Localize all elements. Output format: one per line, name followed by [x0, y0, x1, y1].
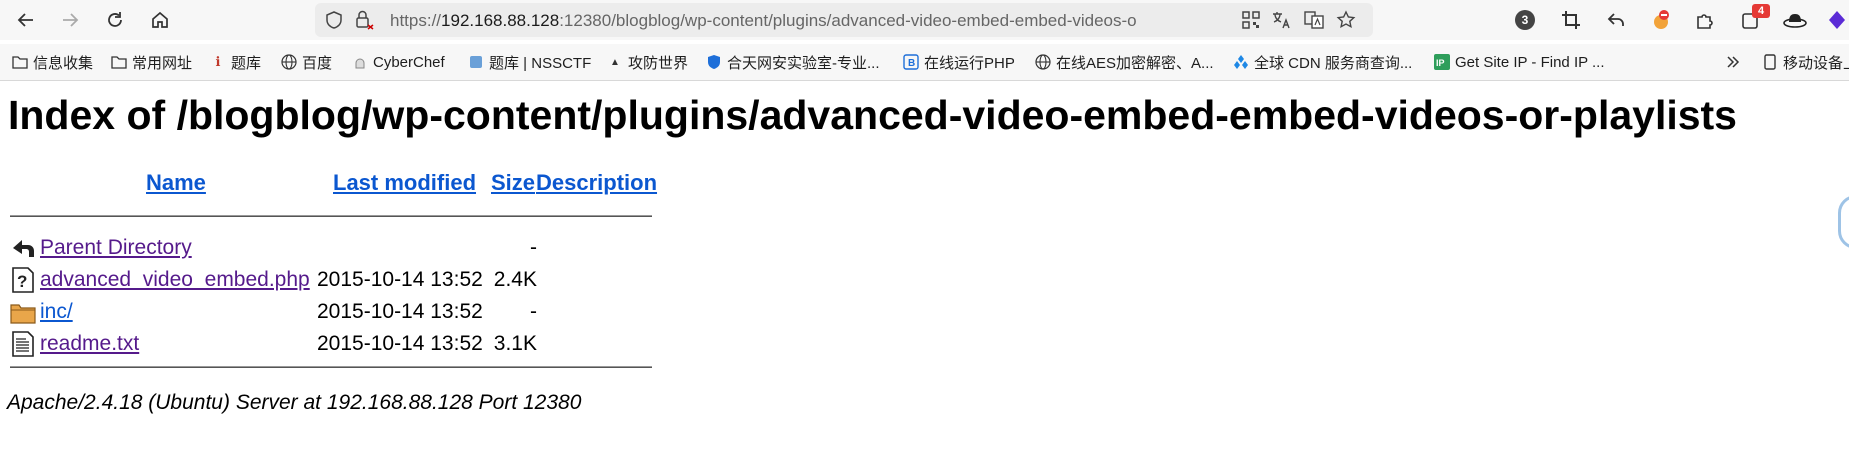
site-icon: ℹ — [215, 54, 221, 69]
file-link[interactable]: advanced_video_embed.php — [40, 268, 310, 292]
column-header-name[interactable]: Name — [146, 170, 206, 196]
bookmark-label: 在线AES加密解密、A... — [1056, 54, 1214, 72]
bookmark-star-icon[interactable] — [1335, 10, 1357, 30]
row-date: 2015-10-14 13:52 — [317, 268, 483, 291]
row-date: 2015-10-14 13:52 — [317, 332, 483, 355]
site-icon: ▲ — [610, 56, 620, 68]
bookmark-item[interactable]: ℹ 题库 — [210, 52, 262, 72]
floating-side-widget[interactable] — [1838, 195, 1849, 249]
bookmark-item[interactable]: 题库 | NSSCTF — [468, 52, 591, 72]
reload-icon[interactable] — [103, 8, 127, 32]
bookmark-item[interactable]: 百度 — [281, 52, 332, 72]
insecure-lock-icon[interactable] — [353, 10, 375, 30]
back-arrow-icon[interactable] — [14, 8, 38, 32]
bookmark-label: 合天网安实验室-专业... — [727, 54, 880, 72]
server-signature: Apache/2.4.18 (Ubuntu) Server at 192.168… — [7, 391, 582, 414]
bookmarks-overflow-chevron-icon[interactable] — [1725, 52, 1741, 72]
folder-icon — [12, 54, 28, 70]
bookmark-label: Get Site IP - Find IP ... — [1455, 53, 1605, 71]
bookmark-item[interactable]: CyberChef — [352, 52, 445, 72]
table-row: ? advanced_video_embed.php 2015-10-14 13… — [8, 265, 668, 295]
bookmark-item[interactable]: B 在线运行PHP — [903, 52, 1015, 72]
notification-extension-icon[interactable]: 4 — [1738, 4, 1770, 32]
globe-icon — [281, 54, 297, 70]
mobile-bookmarks-label: 移动设备上 — [1783, 54, 1849, 72]
url-prefix: https:// — [390, 11, 442, 30]
back-icon — [13, 240, 34, 257]
header-divider — [10, 215, 652, 217]
shield-icon — [706, 54, 722, 70]
home-icon[interactable] — [148, 8, 172, 32]
extension-badge-icon[interactable]: 3 — [1512, 8, 1538, 32]
folder-link[interactable]: inc/ — [40, 300, 73, 324]
translate-icon[interactable] — [1271, 10, 1293, 30]
column-header-size[interactable]: Size — [491, 170, 535, 196]
bookmark-label: 在线运行PHP — [924, 54, 1015, 72]
bookmark-item[interactable]: ▲ 攻防世界 — [607, 52, 688, 72]
puzzle-extensions-icon[interactable] — [1692, 8, 1718, 32]
page-translate-icon[interactable] — [1303, 10, 1325, 30]
url-text: https://192.168.88.128:12380/blogblog/wp… — [390, 11, 1230, 31]
row-date: 2015-10-14 13:52 — [317, 300, 483, 323]
folder-icon — [10, 304, 36, 324]
bookmark-item[interactable]: 在线AES加密解密、A... — [1035, 52, 1214, 72]
cdn-icon — [1233, 54, 1249, 70]
bookmark-label: CyberChef — [373, 53, 445, 71]
globe-icon — [1035, 54, 1051, 70]
b-icon: B — [903, 54, 919, 70]
table-row: inc/ 2015-10-14 13:52 - — [8, 297, 668, 327]
parent-directory-link[interactable]: Parent Directory — [40, 236, 192, 260]
ip-icon: IP — [1434, 54, 1450, 70]
address-bar[interactable]: https://192.168.88.128:12380/blogblog/wp… — [315, 3, 1373, 37]
chef-icon — [352, 54, 368, 70]
bookmark-label: 百度 — [302, 54, 333, 72]
bookmark-item[interactable]: 全球 CDN 服务商查询... — [1233, 52, 1412, 72]
page-title: Index of /blogblog/wp-content/plugins/ad… — [8, 92, 1737, 138]
bookmarks-bar: 信息收集 常用网址 ℹ 题库 百度 CyberChef 题库 | NSSCTF … — [0, 44, 1849, 81]
extension-count: 3 — [1515, 10, 1535, 30]
url-path: :12380/blogblog/wp-content/plugins/advan… — [559, 11, 1137, 30]
column-header-last-modified[interactable]: Last modified — [333, 170, 476, 196]
unknown-file-icon: ? — [12, 267, 34, 293]
svg-text:IP: IP — [1436, 58, 1445, 68]
bookmark-item[interactable]: 信息收集 — [12, 52, 93, 72]
bookmark-label: 攻防世界 — [628, 54, 689, 72]
nssctf-icon — [468, 54, 484, 70]
qr-code-icon[interactable] — [1240, 10, 1262, 30]
browser-toolbar: https://192.168.88.128:12380/blogblog/wp… — [0, 0, 1849, 40]
row-size: - — [530, 300, 537, 323]
table-row: readme.txt 2015-10-14 13:52 3.1K — [8, 329, 668, 359]
mobile-device-icon — [1762, 54, 1778, 70]
bookmark-label: 题库 | NSSCTF — [489, 54, 592, 72]
bookmark-label: 常用网址 — [132, 54, 193, 72]
fox-extension-icon[interactable] — [1648, 8, 1674, 32]
mobile-bookmarks-item[interactable]: 移动设备上 — [1762, 52, 1849, 72]
bookmark-item[interactable]: 合天网安实验室-专业... — [706, 52, 880, 72]
file-link[interactable]: readme.txt — [40, 332, 139, 356]
text-file-icon — [12, 331, 34, 357]
hat-extension-icon[interactable] — [1782, 8, 1808, 32]
folder-icon — [111, 54, 127, 70]
svg-text:B: B — [908, 58, 915, 69]
forward-arrow-icon[interactable] — [58, 8, 82, 32]
column-header-description[interactable]: Description — [536, 170, 657, 196]
bookmark-label: 全球 CDN 服务商查询... — [1254, 54, 1413, 72]
purple-extension-icon[interactable] — [1824, 8, 1849, 32]
bookmark-item[interactable]: IP Get Site IP - Find IP ... — [1434, 52, 1605, 72]
notification-badge: 4 — [1752, 4, 1770, 18]
bookmark-item[interactable]: 常用网址 — [111, 52, 192, 72]
table-row: Parent Directory - — [8, 233, 668, 263]
row-size: 3.1K — [493, 332, 537, 355]
tracking-shield-icon[interactable] — [323, 10, 345, 30]
crop-icon[interactable] — [1558, 8, 1584, 32]
row-size: - — [530, 236, 537, 259]
row-size: 2.4K — [493, 268, 537, 291]
bookmark-label: 题库 — [231, 54, 262, 72]
url-host: 192.168.88.128 — [441, 11, 560, 30]
svg-text:?: ? — [17, 272, 27, 291]
bookmark-label: 信息收集 — [33, 54, 94, 72]
footer-divider — [10, 366, 652, 368]
undo-arrow-icon[interactable] — [1603, 8, 1629, 32]
